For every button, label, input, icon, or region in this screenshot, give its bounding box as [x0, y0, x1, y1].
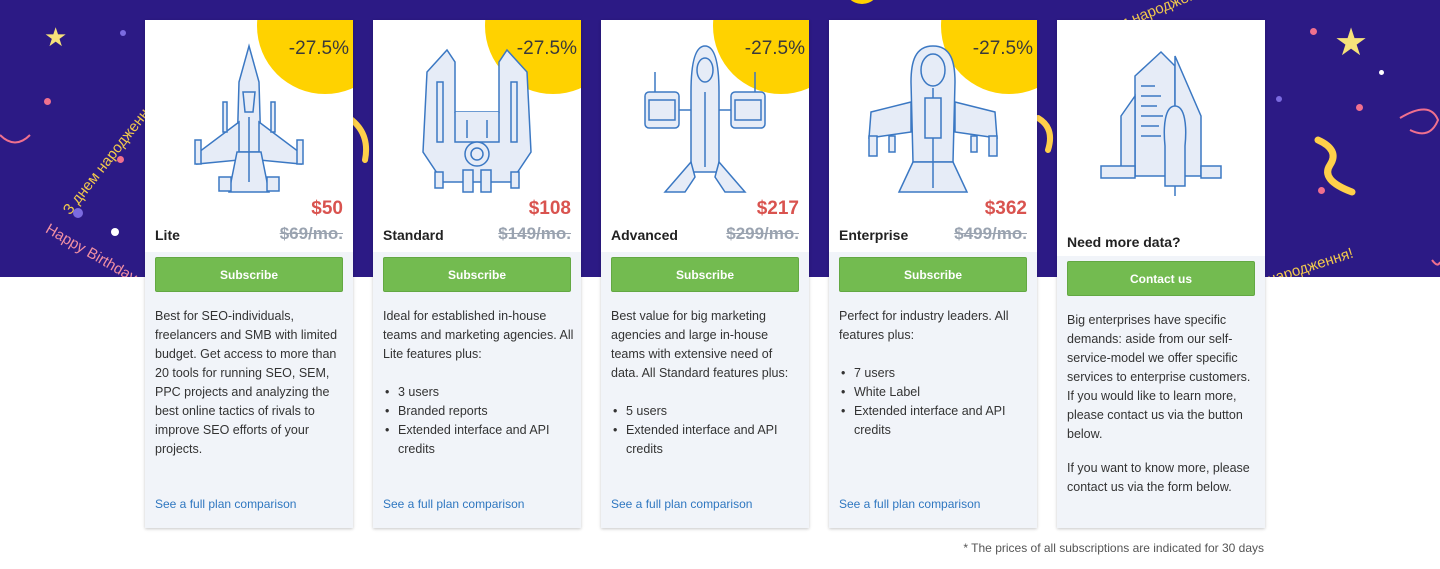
plan-card-lite: -27.5% $50 Lite $69/mo. Subscribe Best f…: [145, 20, 353, 528]
subscribe-button[interactable]: Subscribe: [155, 257, 343, 292]
feature-item: Extended interface and API credits: [611, 421, 803, 459]
feature-item: Extended interface and API credits: [839, 402, 1031, 440]
contact-text: If you want to know more, please contact…: [1067, 461, 1250, 494]
feature-item: 5 users: [611, 402, 803, 421]
plan-name: Lite: [155, 227, 180, 243]
spaceship-enterprise-icon: [868, 45, 998, 193]
feature-item: 3 users: [383, 383, 575, 402]
feature-list: 3 users Branded reports Extended interfa…: [383, 383, 575, 459]
feature-list: 7 users White Label Extended interface a…: [839, 364, 1031, 440]
old-price: $499/mo.: [954, 224, 1027, 243]
card-header: -27.5% $362 Enterprise $499/mo.: [829, 20, 1037, 252]
plan-description: Best value for big marketing agencies an…: [611, 307, 803, 459]
contact-title: Need more data?: [1067, 234, 1181, 250]
plan-card-enterprise: -27.5% $362 Enterprise $499/mo. Subscrib…: [829, 20, 1037, 528]
spaceship-standard-icon: [422, 48, 532, 193]
plan-card-standard: -27.5% $108 Standard $149/mo. Subscribe …: [373, 20, 581, 528]
card-header: -27.5% $50 Lite $69/mo.: [145, 20, 353, 252]
card-header: -27.5% $217 Advanced $299/mo.: [601, 20, 809, 252]
feature-item: Extended interface and API credits: [383, 421, 575, 459]
subscribe-button[interactable]: Subscribe: [611, 257, 799, 292]
feature-item: 7 users: [839, 364, 1031, 383]
plan-description: Best for SEO-individuals, freelancers an…: [155, 307, 347, 459]
subscribe-button[interactable]: Subscribe: [839, 257, 1027, 292]
plan-description: Ideal for established in-house teams and…: [383, 307, 575, 459]
price: $362: [984, 198, 1027, 219]
plan-comparison-link[interactable]: See a full plan comparison: [839, 497, 980, 511]
description-text: Best for SEO-individuals, freelancers an…: [155, 309, 338, 456]
description-text: Best value for big marketing agencies an…: [611, 309, 789, 380]
plan-name: Enterprise: [839, 227, 909, 243]
description-text: Perfect for industry leaders. All featur…: [839, 309, 1009, 342]
price: $217: [756, 198, 799, 219]
price: $50: [311, 198, 343, 219]
feature-item: Branded reports: [383, 402, 575, 421]
spaceship-advanced-icon: [644, 45, 766, 193]
space-station-icon: [1100, 50, 1222, 196]
card-header: Need more data?: [1057, 20, 1265, 256]
plan-name: Advanced: [611, 227, 678, 243]
pricing-page: З днем народження Happy Birthday з днем …: [0, 0, 1440, 569]
contact-card: Need more data? Contact us Big enterpris…: [1057, 20, 1265, 528]
subscribe-button[interactable]: Subscribe: [383, 257, 571, 292]
plan-comparison-link[interactable]: See a full plan comparison: [383, 497, 524, 511]
plan-comparison-link[interactable]: See a full plan comparison: [611, 497, 752, 511]
plan-comparison-link[interactable]: See a full plan comparison: [155, 497, 296, 511]
old-price: $69/mo.: [279, 224, 343, 243]
contact-description: Big enterprises have specific demands: a…: [1067, 311, 1259, 512]
spaceship-lite-icon: [194, 43, 304, 193]
old-price: $149/mo.: [498, 224, 571, 243]
description-text: Ideal for established in-house teams and…: [383, 309, 574, 361]
plan-name: Standard: [383, 227, 444, 243]
card-header: -27.5% $108 Standard $149/mo.: [373, 20, 581, 252]
price-footnote: * The prices of all subscriptions are in…: [963, 541, 1264, 555]
feature-item: White Label: [839, 383, 1031, 402]
old-price: $299/mo.: [726, 224, 799, 243]
contact-us-button[interactable]: Contact us: [1067, 261, 1255, 296]
plan-card-advanced: -27.5% $217 Advanced $299/mo. Subscribe …: [601, 20, 809, 528]
plan-description: Perfect for industry leaders. All featur…: [839, 307, 1031, 440]
price: $108: [528, 198, 571, 219]
contact-text: Big enterprises have specific demands: a…: [1067, 313, 1251, 441]
feature-list: 5 users Extended interface and API credi…: [611, 402, 803, 459]
